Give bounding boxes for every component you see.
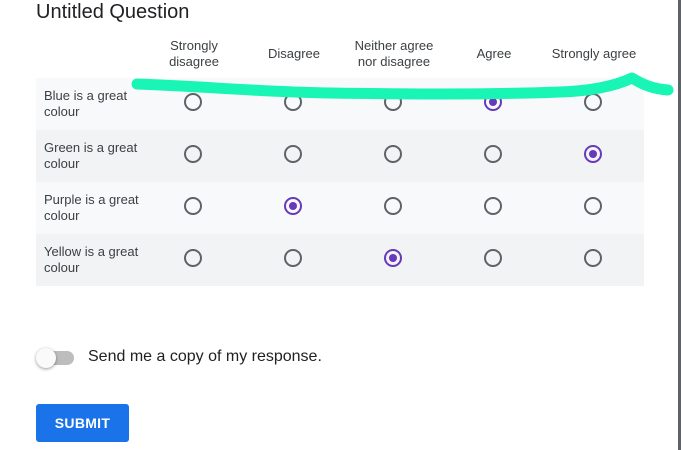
radio-green-disagree[interactable]	[284, 145, 302, 163]
submit-button[interactable]: SUBMIT	[36, 404, 129, 442]
radio-purple-strongly-agree[interactable]	[584, 197, 602, 215]
radio-blue-strongly-disagree[interactable]	[184, 93, 202, 111]
row-label-purple: Purple is a great colour	[44, 192, 139, 223]
radio-purple-strongly-disagree[interactable]	[184, 197, 202, 215]
radio-yellow-agree[interactable]	[484, 249, 502, 267]
radio-purple-neither[interactable]	[384, 197, 402, 215]
radio-green-agree[interactable]	[484, 145, 502, 163]
radio-purple-agree[interactable]	[484, 197, 502, 215]
row-label-yellow: Yellow is a great colour	[44, 244, 139, 275]
radio-yellow-neither[interactable]	[384, 249, 402, 267]
grid-row-blue: Blue is a great colour	[36, 78, 644, 130]
send-copy-toggle[interactable]	[36, 348, 76, 368]
grid-row-green: Green is a great colour	[36, 130, 644, 182]
radio-yellow-disagree[interactable]	[284, 249, 302, 267]
column-header-agree: Agree	[476, 46, 512, 61]
radio-yellow-strongly-disagree[interactable]	[184, 249, 202, 267]
radio-purple-disagree[interactable]	[284, 197, 302, 215]
radio-yellow-strongly-agree[interactable]	[584, 249, 602, 267]
radio-blue-disagree[interactable]	[284, 93, 302, 111]
toggle-thumb	[36, 348, 56, 368]
column-header-strongly-disagree: Strongly disagree	[169, 38, 219, 69]
column-header-disagree: Disagree	[267, 46, 321, 61]
radio-blue-strongly-agree[interactable]	[584, 93, 602, 111]
column-header-strongly-agree: Strongly agree	[551, 46, 637, 61]
radio-green-neither[interactable]	[384, 145, 402, 163]
likert-grid: Strongly disagree Disagree Neither agree…	[36, 30, 644, 286]
column-header-neither: Neither agree nor disagree	[354, 38, 434, 69]
grid-header: Strongly disagree Disagree Neither agree…	[36, 30, 644, 78]
radio-blue-agree[interactable]	[484, 93, 502, 111]
send-copy-label: Send me a copy of my response.	[88, 348, 322, 365]
grid-row-yellow: Yellow is a great colour	[36, 234, 644, 286]
grid-row-purple: Purple is a great colour	[36, 182, 644, 234]
row-label-blue: Blue is a great colour	[44, 88, 128, 119]
question-title: Untitled Question	[36, 1, 190, 23]
radio-green-strongly-disagree[interactable]	[184, 145, 202, 163]
row-label-green: Green is a great colour	[44, 140, 138, 171]
radio-green-strongly-agree[interactable]	[584, 145, 602, 163]
radio-blue-neither[interactable]	[384, 93, 402, 111]
